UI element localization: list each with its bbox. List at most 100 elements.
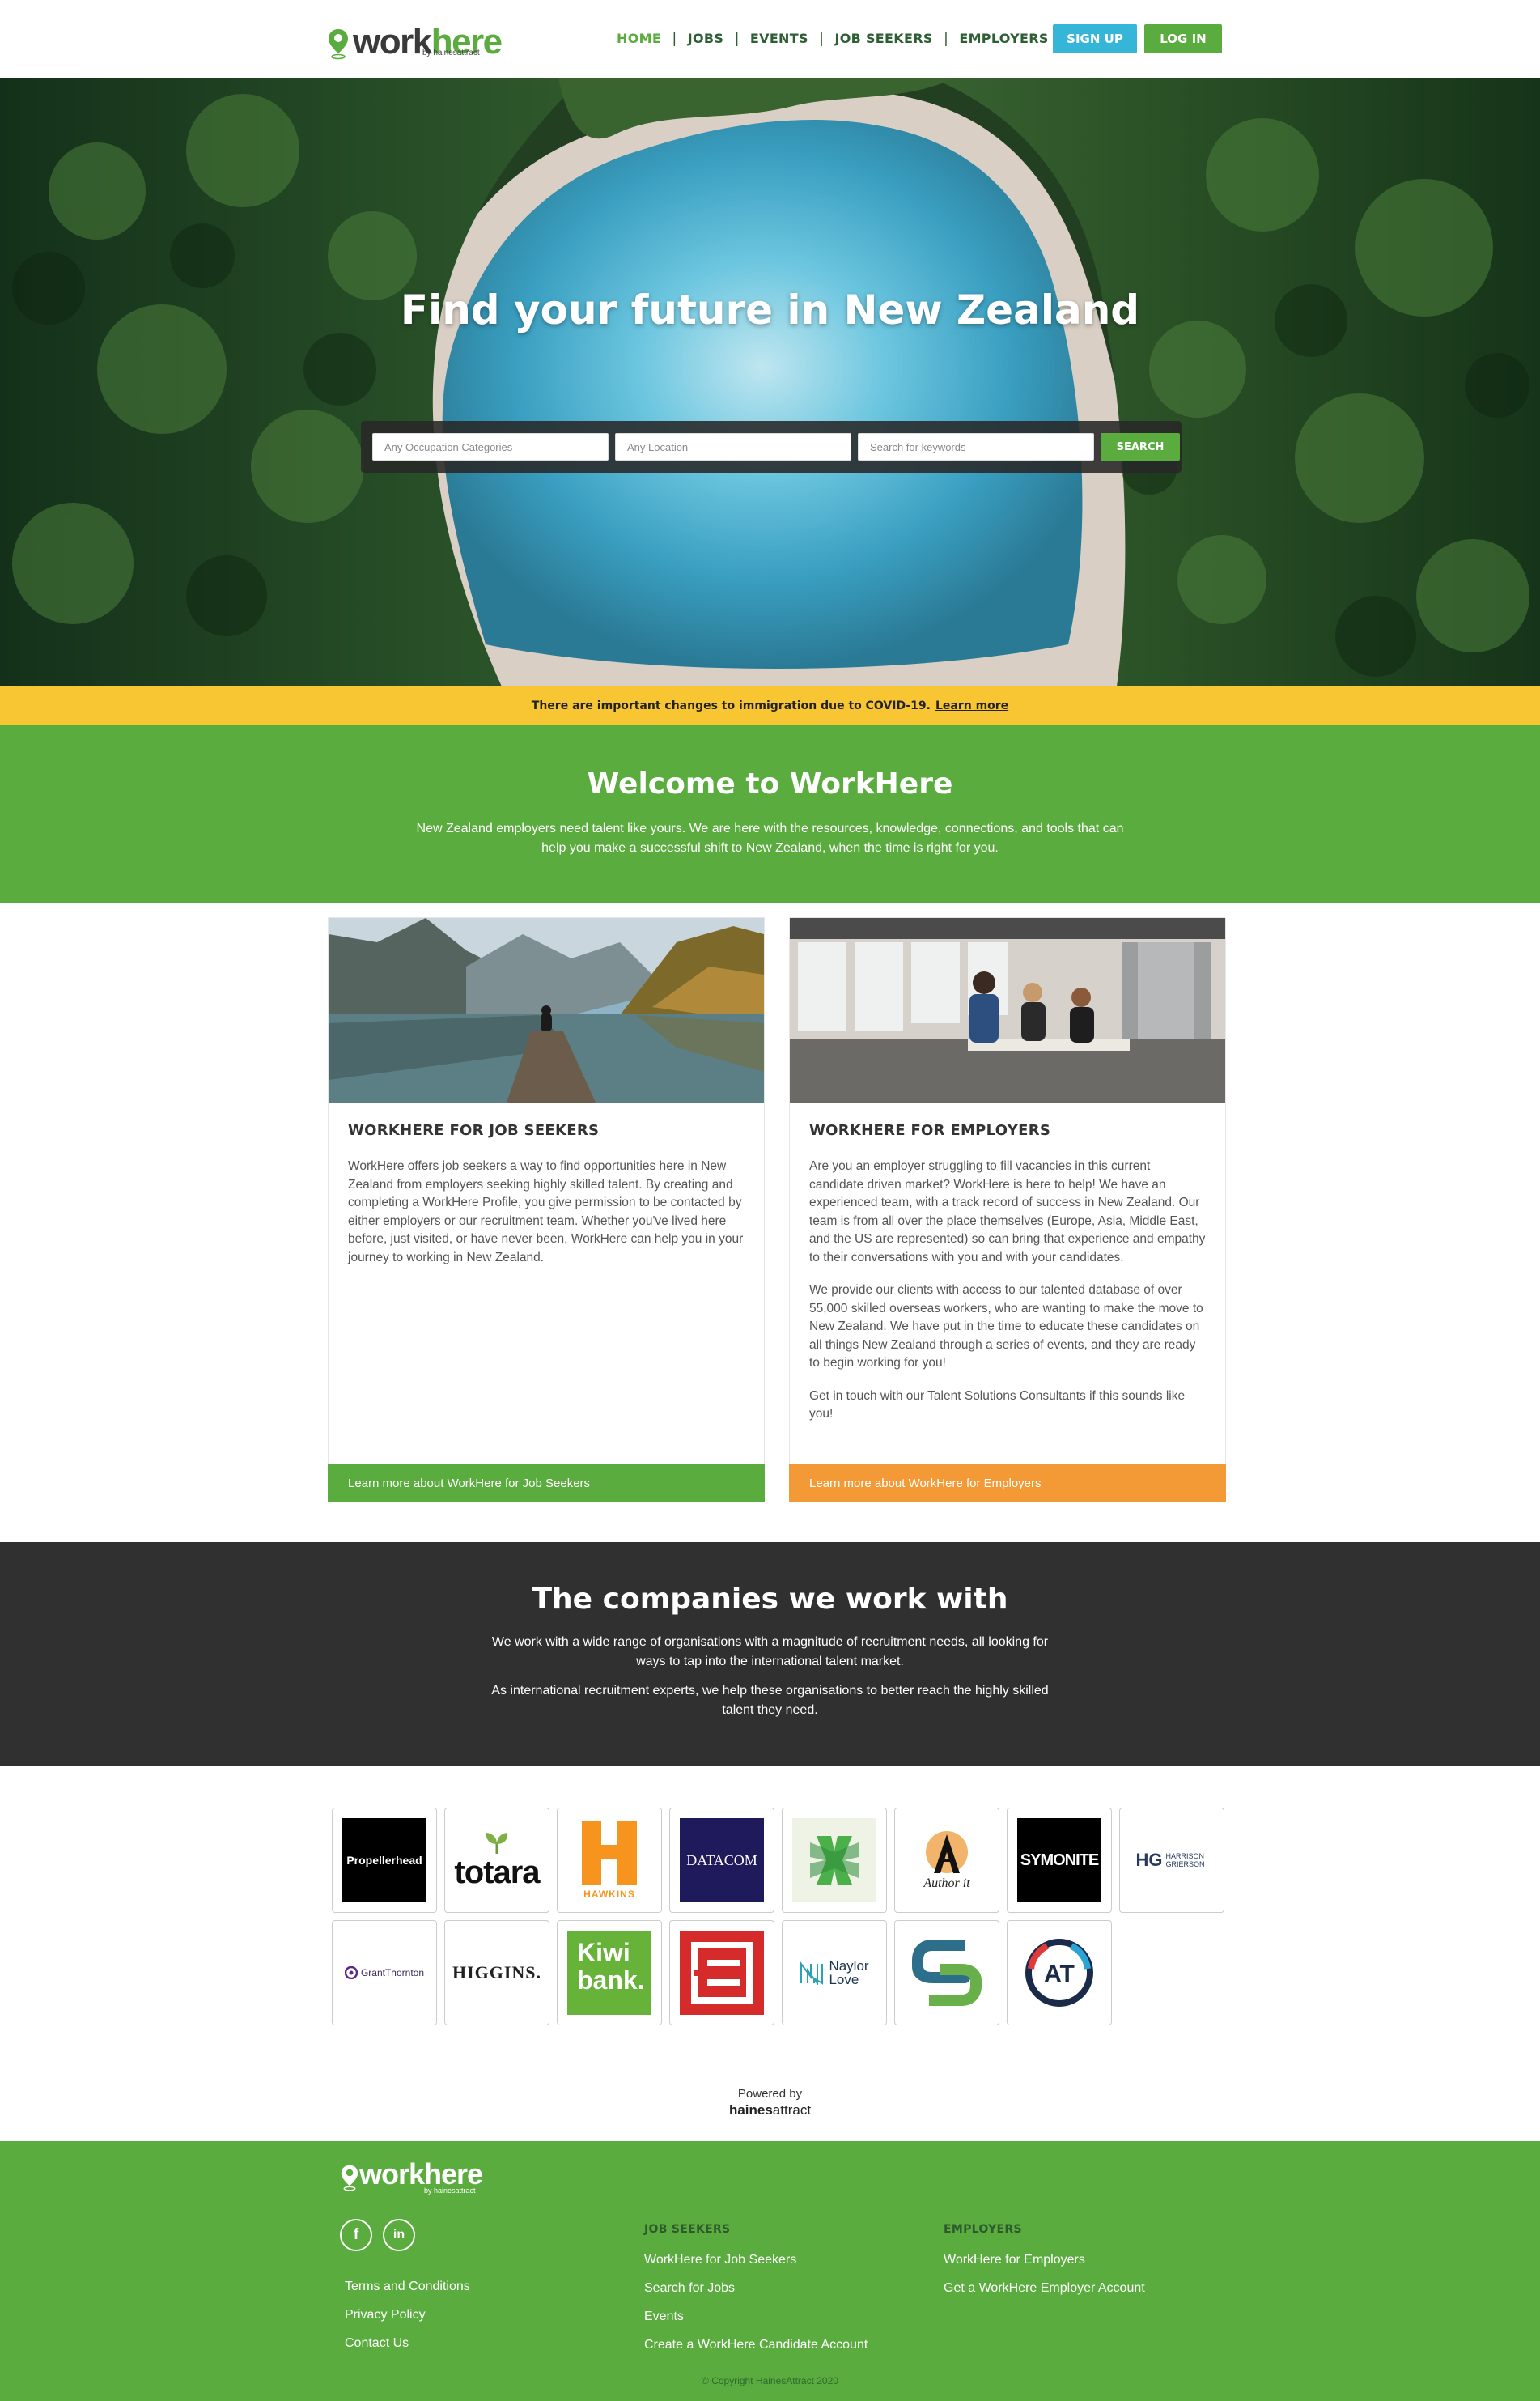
footer-link-workhere-job-seekers[interactable]: WorkHere for Job Seekers xyxy=(644,2246,868,2274)
job-seekers-paragraph: WorkHere offers job seekers a way to fin… xyxy=(348,1159,744,1264)
logo-e-company[interactable] xyxy=(669,1920,774,2025)
logo-harrison-grierson[interactable]: HG HARRISON GRIERSON xyxy=(1119,1808,1224,1913)
employers-paragraph-2: We provide our clients with access to ou… xyxy=(809,1283,1203,1370)
job-seekers-card-title: WORKHERE FOR JOB SEEKERS xyxy=(348,1122,600,1139)
search-button[interactable]: SEARCH xyxy=(1101,433,1180,461)
terms-link[interactable]: Terms and Conditions xyxy=(345,2272,470,2301)
facebook-icon[interactable]: f xyxy=(340,2219,372,2251)
privacy-link[interactable]: Privacy Policy xyxy=(345,2301,470,2329)
workhere-logo[interactable]: workhere by hainesattract xyxy=(327,16,503,62)
contact-link[interactable]: Contact Us xyxy=(345,2329,470,2357)
location-pin-icon xyxy=(329,29,348,60)
log-in-button[interactable]: LOG IN xyxy=(1144,24,1222,53)
office-meeting-photo xyxy=(790,918,1225,1103)
linkedin-icon[interactable]: in xyxy=(383,2219,415,2251)
leaf-icon xyxy=(486,1833,508,1854)
job-search-bar: Any Occupation Categories Any Location S… xyxy=(361,421,1182,473)
logo-s-company[interactable] xyxy=(894,1920,999,2025)
footer-legal-links: Terms and Conditions Privacy Policy Cont… xyxy=(345,2272,470,2357)
logo-hawkins[interactable]: HAWKINS xyxy=(557,1808,662,1913)
footer-link-events[interactable]: Events xyxy=(644,2302,868,2331)
footer-link-candidate-account[interactable]: Create a WorkHere Candidate Account xyxy=(644,2331,868,2359)
companies-section: The companies we work with We work with … xyxy=(0,1542,1540,1766)
s-shape-icon xyxy=(912,1940,982,2006)
sign-up-button[interactable]: SIGN UP xyxy=(1053,24,1137,53)
employers-learn-more-button[interactable]: Learn more about WorkHere for Employers xyxy=(789,1464,1226,1502)
footer-link-workhere-employers[interactable]: WorkHere for Employers xyxy=(944,2246,1145,2274)
powered-by-label: Powered by xyxy=(737,2087,803,2101)
covid-notice-banner: There are important changes to immigrati… xyxy=(0,686,1540,725)
employers-paragraph-3: Get in touch with our Talent Solutions C… xyxy=(809,1388,1186,1421)
footer-job-seekers-heading: JOB SEEKERS xyxy=(644,2223,731,2236)
welcome-text: New Zealand employers need talent like y… xyxy=(416,822,1124,855)
logo-higgins-text: HIGGINS. xyxy=(452,1962,542,1982)
logo-grant-thornton[interactable]: GrantThornton xyxy=(332,1920,437,2025)
logo-kiwibank-text-2: bank. xyxy=(577,1965,645,1995)
logo-datacom-text: DATACOM xyxy=(680,1818,764,1902)
employers-paragraph-1: Are you an employer struggling to fill v… xyxy=(809,1159,1206,1264)
welcome-section: Welcome to WorkHere New Zealand employer… xyxy=(0,725,1540,903)
author-a-icon xyxy=(926,1831,968,1873)
logo-text-work: work xyxy=(353,22,432,62)
copyright-text: © Copyright HainesAttract 2020 xyxy=(702,2375,838,2386)
footer-logo[interactable]: workhere by hainesattract xyxy=(340,2157,483,2195)
nav-jobs[interactable]: JOBS xyxy=(688,31,723,46)
footer-employers-heading: EMPLOYERS xyxy=(944,2223,1022,2236)
logo-kiwibank[interactable]: Kiwi bank. xyxy=(557,1920,662,2025)
covid-notice-text: There are important changes to immigrati… xyxy=(531,699,931,712)
footer-employers-links: WorkHere for Employers Get a WorkHere Em… xyxy=(944,2246,1145,2302)
logo-green-cross[interactable] xyxy=(782,1808,887,1913)
companies-text-2: As international recruitment experts, we… xyxy=(491,1684,1049,1717)
grant-thornton-icon xyxy=(344,1966,358,1979)
hero-title: Find your future in New Zealand xyxy=(400,287,1140,334)
nav-separator: | xyxy=(735,29,739,46)
logo-kiwibank-text-1: Kiwi xyxy=(577,1938,630,1967)
nav-job-seekers[interactable]: JOB SEEKERS xyxy=(834,31,932,46)
welcome-title: Welcome to WorkHere xyxy=(587,767,953,801)
keywords-input[interactable]: Search for keywords xyxy=(858,433,1094,461)
logo-totara[interactable]: totara xyxy=(444,1808,549,1913)
powered-by: Powered by hainesattract xyxy=(0,2087,1540,2118)
hawkins-h-icon xyxy=(582,1821,637,1885)
job-seekers-learn-more-button[interactable]: Learn more about WorkHere for Job Seeker… xyxy=(328,1464,765,1502)
occupation-category-select[interactable]: Any Occupation Categories xyxy=(372,433,609,461)
location-select[interactable]: Any Location xyxy=(615,433,851,461)
hg-monogram-icon: HG xyxy=(1135,1850,1163,1870)
page: workhere by hainesattract HOME | JOBS | … xyxy=(0,0,1540,2401)
hero-background-image xyxy=(0,78,1540,686)
location-pin-icon xyxy=(341,2165,358,2191)
logo-naylor-love-text-2: Love xyxy=(829,1972,859,1987)
logo-at-text: AT xyxy=(1044,1961,1075,1987)
naylor-love-n-icon xyxy=(800,1961,824,1985)
logo-naylor-love-text-1: Naylor xyxy=(829,1958,869,1974)
nav-separator: | xyxy=(672,29,677,46)
footer-logo-byline: by hainesattract xyxy=(424,2186,476,2195)
footer-link-employer-account[interactable]: Get a WorkHere Employer Account xyxy=(944,2274,1145,2302)
nav-employers[interactable]: EMPLOYERS xyxy=(959,31,1048,46)
red-e-icon xyxy=(680,1931,764,2015)
job-seekers-card: WORKHERE FOR JOB SEEKERS WorkHere offers… xyxy=(328,917,765,1502)
logo-at[interactable]: AT xyxy=(1007,1920,1112,2025)
logo-symonite[interactable]: SYMONITE xyxy=(1007,1808,1112,1913)
logo-author-it-text: Author it xyxy=(923,1876,970,1890)
footer-link-search-jobs[interactable]: Search for Jobs xyxy=(644,2274,868,2302)
nav-home[interactable]: HOME xyxy=(617,31,661,46)
logo-propellerhead[interactable]: Propellerhead xyxy=(332,1808,437,1913)
logo-author-it[interactable]: Author it xyxy=(894,1808,999,1913)
logo-higgins[interactable]: HIGGINS. xyxy=(444,1920,549,2025)
main-nav: HOME | JOBS | EVENTS | JOB SEEKERS | EMP… xyxy=(617,23,1049,53)
logo-totara-text: totara xyxy=(454,1855,540,1890)
logo-naylor-love[interactable]: Naylor Love xyxy=(782,1920,887,2025)
employers-card: WORKHERE FOR EMPLOYERS Are you an employ… xyxy=(789,917,1226,1502)
companies-title: The companies we work with xyxy=(532,1583,1008,1616)
brand-haines: haines xyxy=(728,2102,773,2118)
nav-separator: | xyxy=(944,29,948,46)
logo-harrison-grierson-text: HARRISON GRIERSON xyxy=(1165,1852,1205,1868)
employers-card-body: Are you an employer struggling to fill v… xyxy=(809,1158,1206,1438)
logo-datacom[interactable]: DATACOM xyxy=(669,1808,774,1913)
covid-learn-more-link[interactable]: Learn more xyxy=(935,699,1008,712)
site-header: workhere by hainesattract HOME | JOBS | … xyxy=(0,0,1540,78)
nav-separator: | xyxy=(819,29,824,46)
nav-events[interactable]: EVENTS xyxy=(750,31,808,46)
hainesattract-logo[interactable]: hainesattract xyxy=(0,2102,1540,2118)
